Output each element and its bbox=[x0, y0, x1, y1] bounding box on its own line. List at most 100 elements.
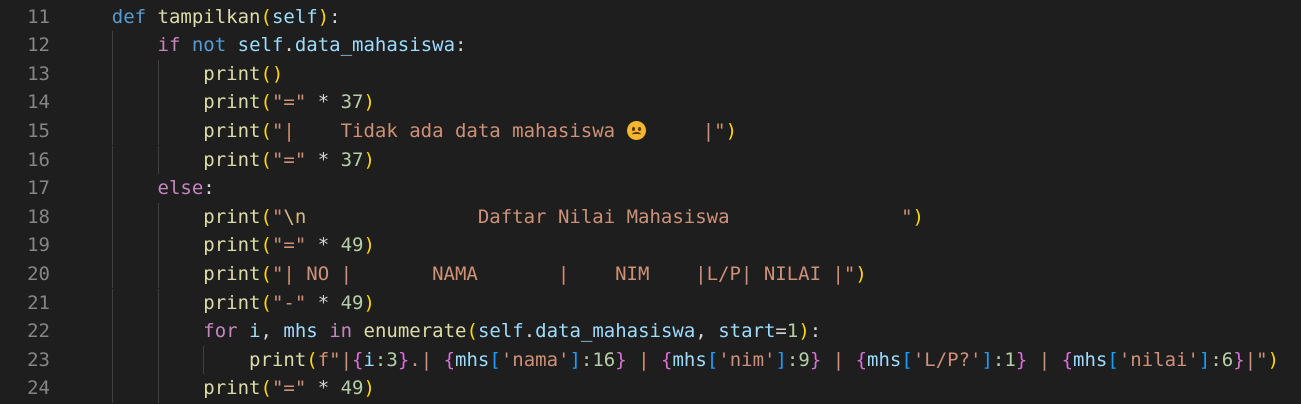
code-token: tampilkan bbox=[157, 5, 261, 28]
code-token: def bbox=[111, 5, 147, 28]
code-line[interactable]: 15 print("| Tidak ada data mahasiswa |") bbox=[0, 116, 1301, 146]
code-token: | bbox=[821, 348, 856, 371]
code-line[interactable]: 16 print("=" * 37) bbox=[0, 145, 1301, 175]
code-token: ( bbox=[260, 91, 272, 114]
code-text: if not self.data_mahasiswa: bbox=[66, 31, 467, 60]
code-text: print("| Tidak ada data mahasiswa |") bbox=[66, 117, 737, 146]
code-token: \n bbox=[283, 205, 307, 228]
code-line[interactable]: 23 print(f"|{i:3}.| {mhs['nama']:16} | {… bbox=[0, 345, 1301, 375]
code-line[interactable]: 24 print("=" * 49) bbox=[0, 374, 1301, 403]
code-token: self bbox=[271, 5, 318, 28]
code-line[interactable]: 22 for i, mhs in enumerate(self.data_mah… bbox=[0, 317, 1301, 346]
code-token: . bbox=[283, 34, 295, 57]
code-token: : bbox=[203, 177, 215, 200]
code-editor[interactable]: 11 def tampilkan(self): 12 if not self.da… bbox=[0, 0, 1301, 404]
code-text: print("-" * 49) bbox=[66, 289, 375, 318]
code-token: 37 bbox=[340, 148, 364, 171]
code-token: } bbox=[397, 348, 410, 371]
code-token: * bbox=[306, 291, 341, 314]
code-token: * bbox=[306, 377, 341, 400]
code-token: .| bbox=[409, 348, 444, 371]
code-token: ( bbox=[260, 262, 272, 285]
code-token: 49 bbox=[340, 377, 364, 400]
code-token: ( bbox=[260, 5, 272, 28]
code-token: if bbox=[157, 34, 181, 57]
code-line[interactable]: 13 print() bbox=[0, 59, 1301, 89]
code-token: |" bbox=[1244, 348, 1268, 371]
code-token: print bbox=[249, 348, 307, 371]
code-token: [ bbox=[1107, 348, 1119, 371]
code-token: [ bbox=[489, 348, 501, 371]
code-line[interactable]: 18 print("\n Daftar Nilai Mahasiswa ") bbox=[0, 202, 1301, 232]
code-token: ( bbox=[466, 320, 478, 343]
code-token: : bbox=[455, 34, 467, 57]
code-token: } bbox=[1233, 348, 1245, 371]
code-line[interactable]: 17 else: bbox=[0, 174, 1301, 203]
code-token: | bbox=[1027, 348, 1062, 371]
code-token: 'nama' bbox=[500, 348, 570, 371]
line-number: 22 bbox=[27, 320, 50, 343]
code-token: ) bbox=[855, 262, 867, 285]
code-token: { bbox=[855, 348, 868, 371]
code-text: print() bbox=[66, 60, 283, 89]
code-line[interactable]: 12 if not self.data_mahasiswa: bbox=[0, 31, 1301, 60]
code-token: = bbox=[775, 320, 787, 343]
code-token: else bbox=[157, 177, 204, 200]
code-line[interactable]: 19 print("=" * 49) bbox=[0, 231, 1301, 260]
code-token: 49 bbox=[340, 291, 364, 314]
code-text: print(f"|{i:3}.| {mhs['nama']:16} | {mhs… bbox=[66, 346, 1279, 375]
code-token: :6 bbox=[1210, 348, 1234, 371]
code-token: mhs bbox=[672, 348, 707, 371]
line-number: 18 bbox=[27, 205, 50, 228]
code-token: print bbox=[203, 62, 261, 85]
code-token: ) bbox=[363, 291, 375, 314]
code-token: ] bbox=[981, 348, 993, 371]
code-token: " bbox=[271, 205, 284, 228]
code-token: Daftar Nilai Mahasiswa " bbox=[306, 205, 913, 228]
code-line[interactable]: 14 print("=" * 37) bbox=[0, 88, 1301, 117]
code-token: "-" bbox=[271, 291, 307, 314]
code-token: mhs bbox=[455, 348, 490, 371]
line-number: 19 bbox=[27, 234, 50, 257]
line-number: 11 bbox=[27, 5, 50, 28]
line-number: 20 bbox=[27, 262, 50, 285]
code-line[interactable]: 21 print("-" * 49) bbox=[0, 288, 1301, 318]
code-token: i bbox=[363, 348, 375, 371]
code-token: ) bbox=[912, 205, 924, 228]
code-token: : bbox=[809, 320, 822, 343]
code-line[interactable]: 20 print("| NO | NAMA | NIM |L/P| NILAI … bbox=[0, 259, 1301, 289]
code-text: print("\n Daftar Nilai Mahasiswa ") bbox=[66, 203, 924, 232]
code-token: "| NO | NAMA | NIM |L/P| NILAI |" bbox=[271, 262, 856, 285]
code-token: , bbox=[260, 320, 284, 343]
code-token: "| Tidak ada data mahasiswa bbox=[271, 119, 627, 142]
code-text: print("| NO | NAMA | NIM |L/P| NILAI |") bbox=[66, 260, 867, 289]
code-token: :3 bbox=[374, 348, 398, 371]
code-token: ) bbox=[798, 320, 810, 343]
code-token: start bbox=[718, 320, 776, 343]
code-token: :9 bbox=[786, 348, 810, 371]
code-token: "=" bbox=[271, 377, 307, 400]
code-token: { bbox=[1061, 348, 1074, 371]
code-token: , bbox=[695, 320, 719, 343]
code-token: self bbox=[477, 320, 524, 343]
code-token: 'nilai' bbox=[1118, 348, 1199, 371]
code-token: enumerate bbox=[363, 320, 467, 343]
code-token: { bbox=[443, 348, 456, 371]
code-line[interactable]: 11 def tampilkan(self): bbox=[0, 3, 1301, 32]
code-token: |" bbox=[645, 119, 726, 142]
code-token: print bbox=[203, 291, 261, 314]
code-token: ] bbox=[569, 348, 581, 371]
code-token: ( bbox=[260, 205, 272, 228]
code-token: * bbox=[306, 234, 341, 257]
